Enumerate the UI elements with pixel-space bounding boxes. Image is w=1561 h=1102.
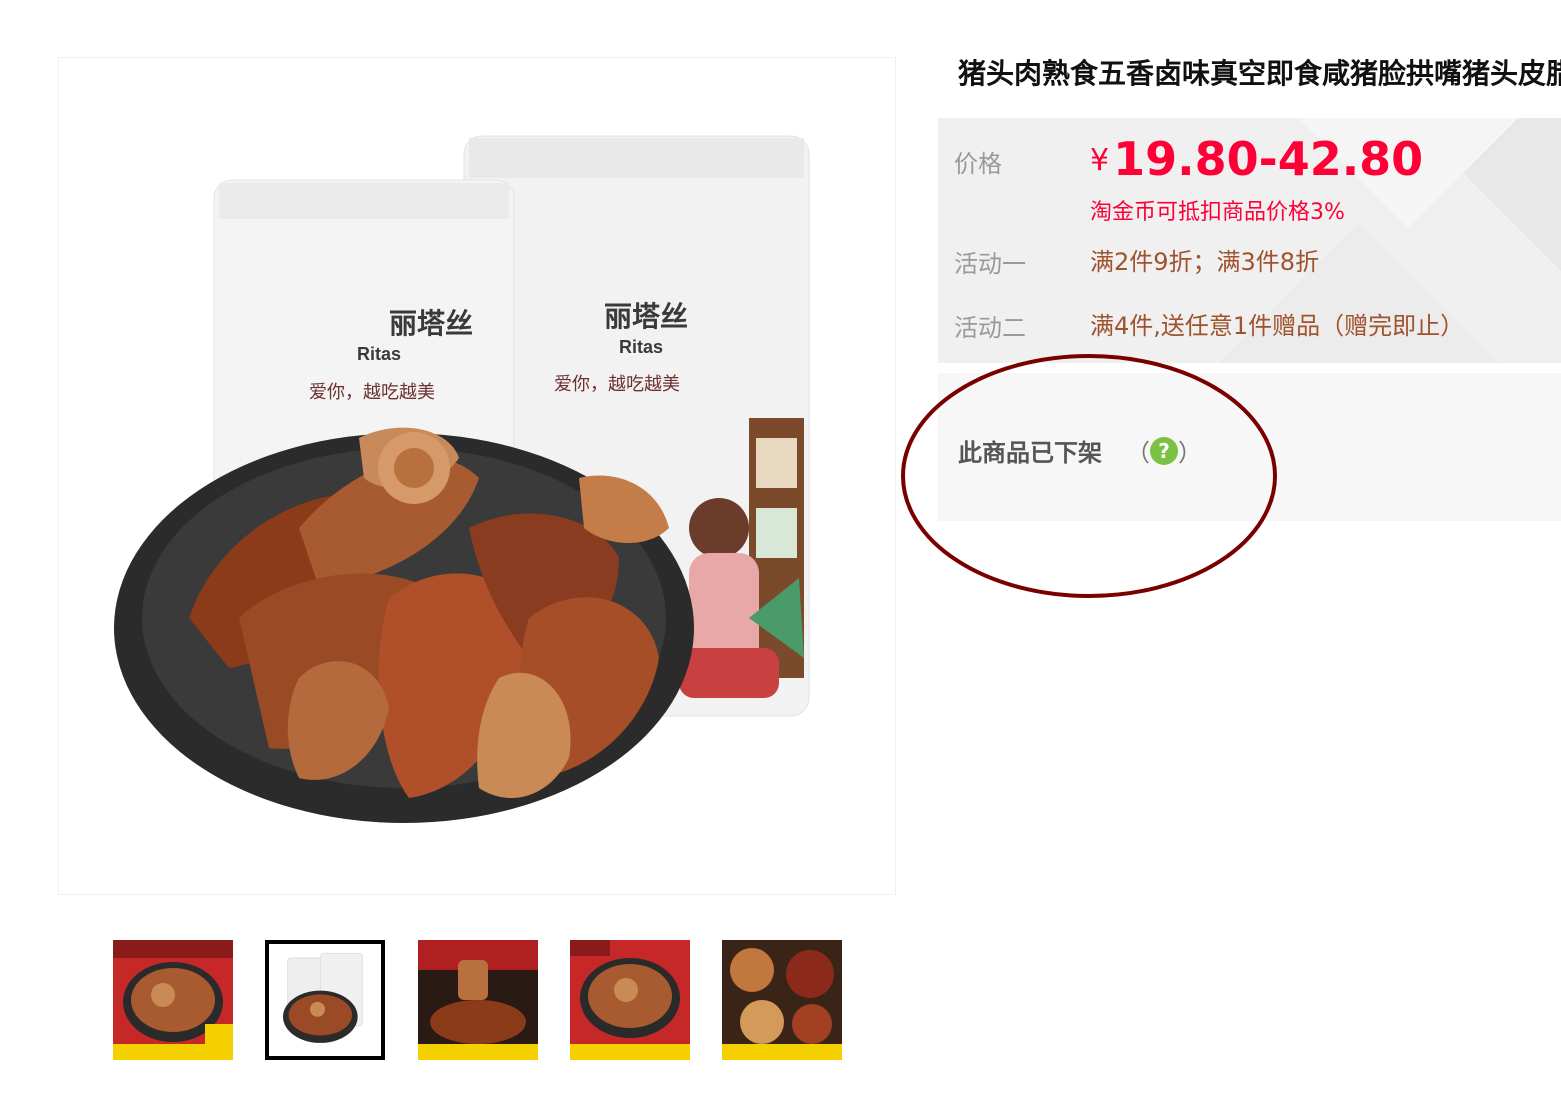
taojinbi-note: 淘金币可抵扣商品价格3%	[1090, 200, 1345, 225]
help-question-icon[interactable]: ?	[1150, 437, 1178, 465]
price-label: 价格	[954, 150, 1002, 178]
thumbnail-2[interactable]	[265, 940, 385, 1060]
status-panel: 此商品已下架 （ ? ）	[938, 373, 1561, 521]
product-photo: 丽塔丝 Ritas 爱你，越吃越美 丽塔丝 Ritas 爱你，越吃越美	[114, 135, 810, 823]
price-amount: 19.80-42.80	[1113, 132, 1424, 186]
bag-slogan-left: 爱你，越吃越美	[309, 382, 435, 403]
promo1-label: 活动一	[954, 250, 1026, 278]
main-product-image[interactable]: 丽塔丝 Ritas 爱你，越吃越美 丽塔丝 Ritas 爱你，越吃越美	[58, 57, 896, 895]
thumbnail-image	[418, 940, 538, 1060]
bag-brand-cn-left: 丽塔丝	[389, 307, 473, 340]
thumbnail-3[interactable]	[418, 940, 538, 1060]
paren-close: ）	[1178, 439, 1202, 467]
thumbnail-image	[269, 944, 381, 1056]
currency-symbol: ¥	[1090, 143, 1110, 178]
bag-brand-cn-right: 丽塔丝	[604, 300, 688, 333]
promo2-label: 活动二	[954, 314, 1026, 342]
promo1-text: 满2件9折；满3件8折	[1090, 248, 1320, 276]
product-detail-page: 丽塔丝 Ritas 爱你，越吃越美 丽塔丝 Ritas 爱你，越吃越美 猪头肉熟…	[0, 0, 1561, 1102]
thumbnail-image	[570, 940, 690, 1060]
price-panel: 价格 ¥19.80-42.80 淘金币可抵扣商品价格3% 活动一 满2件9折；满…	[938, 118, 1561, 363]
promo2-text: 满4件,送任意1件赠品（赠完即止）	[1090, 312, 1465, 340]
bag-brand-en-right: Ritas	[619, 337, 663, 357]
bag-brand-en-left: Ritas	[357, 344, 401, 364]
price-value: ¥19.80-42.80	[1090, 132, 1423, 186]
thumbnail-5[interactable]	[722, 940, 842, 1060]
thumbnail-image	[113, 940, 233, 1060]
thumbnail-image	[722, 940, 842, 1060]
bag-slogan-right: 爱你，越吃越美	[554, 374, 680, 395]
thumbnail-4[interactable]	[570, 940, 690, 1060]
thumbnail-1[interactable]	[113, 940, 233, 1060]
delisted-status: 此商品已下架	[958, 439, 1102, 467]
product-title: 猪头肉熟食五香卤味真空即食咸猪脸拱嘴猪头皮腊味	[958, 57, 1561, 90]
paren-open: （	[1126, 439, 1150, 467]
